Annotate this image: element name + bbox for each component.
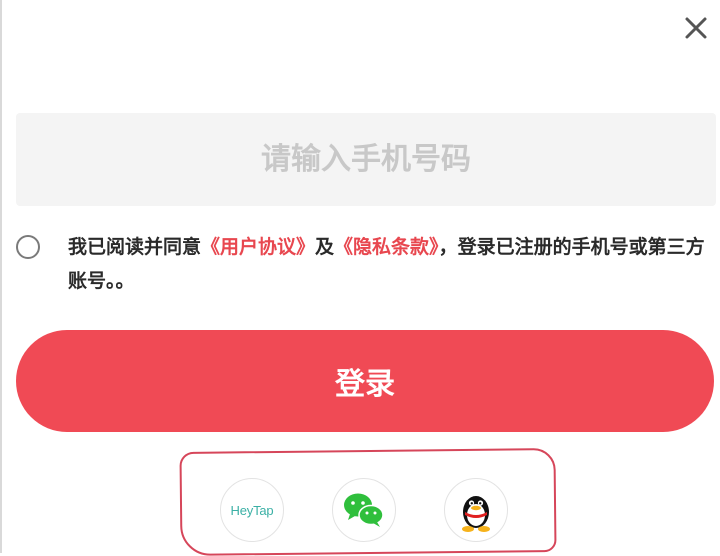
- phone-input-container: [16, 112, 716, 207]
- qq-login-button[interactable]: [444, 478, 508, 542]
- close-icon: [685, 17, 707, 39]
- agreement-and: 及: [315, 236, 335, 258]
- wechat-icon: [344, 493, 384, 527]
- agreement-prefix: 我已阅读并同意: [68, 236, 202, 258]
- login-button-label: 登录: [335, 367, 395, 402]
- agreement-row: 我已阅读并同意《用户协议》及《隐私条款》，登录已注册的手机号或第三方账号。。: [16, 230, 706, 300]
- wechat-login-button[interactable]: [332, 478, 396, 542]
- privacy-policy-link[interactable]: 《隐私条款》: [334, 236, 439, 258]
- left-edge-divider: [0, 0, 2, 553]
- user-agreement-link[interactable]: 《用户协议》: [201, 236, 315, 258]
- close-button[interactable]: [676, 8, 716, 48]
- agreement-text: 我已阅读并同意《用户协议》及《隐私条款》，登录已注册的手机号或第三方账号。。: [68, 230, 708, 298]
- agreement-radio[interactable]: [16, 235, 40, 259]
- heytap-icon: HeyTap: [230, 502, 274, 518]
- phone-input[interactable]: [16, 112, 716, 207]
- heytap-login-button[interactable]: HeyTap: [220, 478, 284, 542]
- qq-icon: [462, 496, 490, 532]
- login-button[interactable]: 登录: [16, 330, 714, 432]
